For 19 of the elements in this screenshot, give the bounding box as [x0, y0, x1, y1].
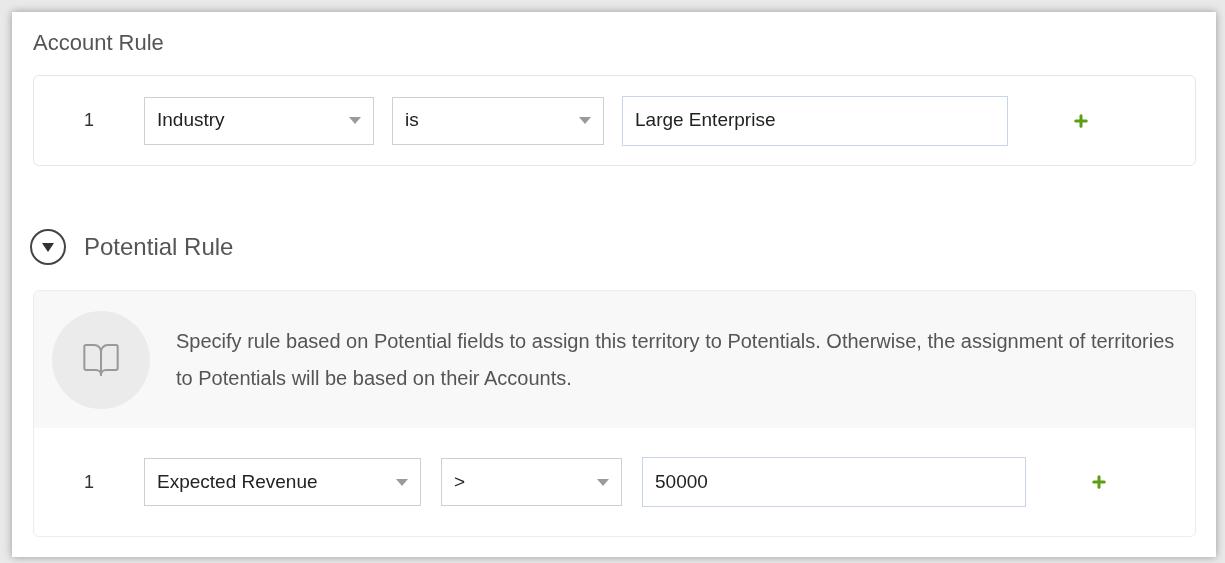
add-icon[interactable]	[1090, 473, 1108, 491]
caret-icon	[396, 478, 408, 486]
add-icon[interactable]	[1072, 111, 1090, 130]
row-number: 1	[83, 470, 95, 494]
section-title: Potential Rule	[84, 232, 234, 262]
value-field[interactable]: 50000	[642, 457, 1026, 507]
triangle-icon	[41, 240, 55, 254]
caret-icon	[579, 117, 591, 124]
caret-icon	[349, 117, 361, 124]
collapse-toggle[interactable]	[30, 229, 66, 265]
dropdown[interactable]: is	[392, 96, 604, 145]
value-field[interactable]: Large Enterprise	[622, 95, 1008, 146]
caret-icon	[597, 478, 609, 486]
dropdown[interactable]: Industry	[144, 96, 374, 145]
dropdown[interactable]: >	[441, 458, 622, 506]
dropdown[interactable]: Expected Revenue	[144, 458, 421, 506]
info-text: Specify rule based on Potential fields to assign this territory to Potentials. Otherwise, the assignment of territories to Potentials will be based on their Accounts.	[176, 328, 1176, 391]
row-number: 1	[83, 109, 95, 132]
section-title: Account Rule	[33, 29, 165, 57]
